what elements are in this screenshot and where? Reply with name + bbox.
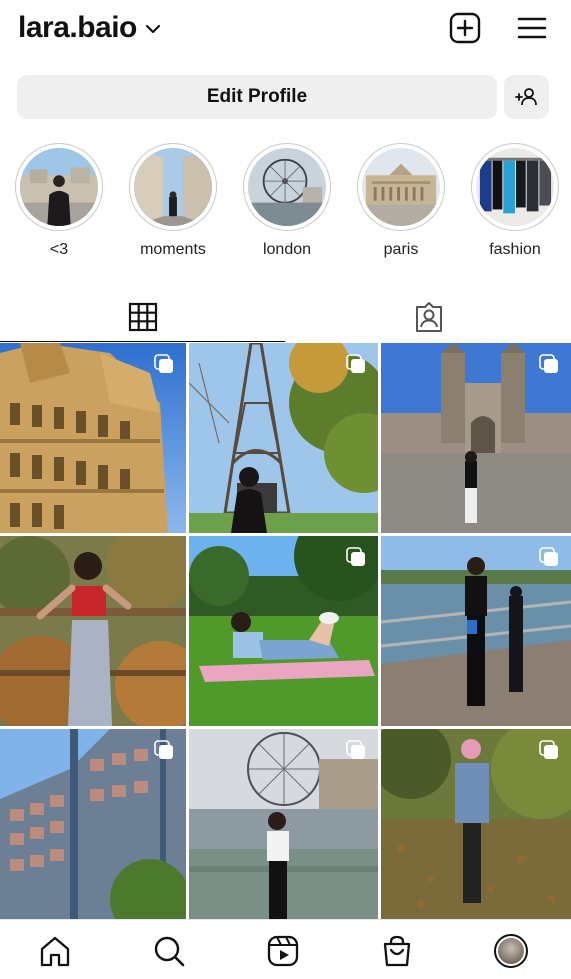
highlight-cover <box>248 148 326 226</box>
highlight-fashion[interactable]: fashion <box>467 143 563 259</box>
multiple-photos-icon <box>346 547 365 566</box>
add-person-icon <box>514 88 537 106</box>
highlight-label: moments <box>140 241 206 258</box>
story-highlights: <3 moments london paris fashion <box>0 143 571 263</box>
multiple-photos-icon <box>346 740 365 759</box>
profile-tabs <box>0 292 571 342</box>
menu-icon <box>517 17 547 39</box>
tab-tagged[interactable] <box>286 292 571 342</box>
highlight-label: fashion <box>489 241 541 258</box>
nav-profile[interactable] <box>492 932 530 970</box>
post-thumbnail[interactable] <box>381 536 571 726</box>
highlight-cover <box>134 148 212 226</box>
nav-reels[interactable] <box>264 932 302 970</box>
bottom-navigation <box>0 919 571 979</box>
highlight-label: <3 <box>49 241 69 258</box>
multiple-photos-icon <box>154 354 173 373</box>
highlight-love[interactable]: <3 <box>11 143 107 259</box>
highlight-label: paris <box>383 241 419 258</box>
multiple-photos-icon <box>539 547 558 566</box>
new-post-button[interactable] <box>447 10 483 46</box>
menu-button[interactable] <box>514 10 550 46</box>
home-icon <box>40 936 70 967</box>
highlight-paris[interactable]: paris <box>353 143 449 259</box>
post-thumbnail[interactable] <box>189 729 378 919</box>
highlight-cover <box>362 148 440 226</box>
highlight-cover <box>20 148 98 226</box>
username: lara.baio <box>18 11 137 44</box>
multiple-photos-icon <box>539 740 558 759</box>
new-post-icon <box>449 12 481 44</box>
highlight-label: london <box>262 241 312 258</box>
grid-icon <box>128 302 157 331</box>
chevron-down-icon <box>145 24 160 34</box>
tagged-icon <box>415 302 442 332</box>
post-thumbnail[interactable] <box>381 729 571 919</box>
top-bar: lara.baio <box>0 0 571 60</box>
nav-search[interactable] <box>150 932 188 970</box>
multiple-photos-icon <box>539 354 558 373</box>
post-thumbnail[interactable] <box>0 343 186 533</box>
posts-grid <box>0 343 571 919</box>
post-thumbnail[interactable] <box>0 536 186 726</box>
multiple-photos-icon <box>154 740 173 759</box>
nav-shop[interactable] <box>378 932 416 970</box>
highlight-london[interactable]: london <box>239 143 335 259</box>
highlight-cover <box>476 148 554 226</box>
post-thumbnail[interactable] <box>189 536 378 726</box>
account-switcher[interactable]: lara.baio <box>18 8 161 48</box>
highlight-moments[interactable]: moments <box>125 143 221 259</box>
post-thumbnail[interactable] <box>0 729 186 919</box>
reels-icon <box>267 935 299 967</box>
discover-people-button[interactable] <box>504 75 549 119</box>
post-thumbnail[interactable] <box>189 343 378 533</box>
tab-posts-grid[interactable] <box>0 292 285 342</box>
search-icon <box>154 936 185 967</box>
shop-icon <box>383 935 411 967</box>
nav-home[interactable] <box>36 932 74 970</box>
post-thumbnail[interactable] <box>381 343 571 533</box>
multiple-photos-icon <box>346 354 365 373</box>
edit-profile-button[interactable]: Edit Profile <box>17 75 497 119</box>
profile-avatar <box>494 934 528 968</box>
